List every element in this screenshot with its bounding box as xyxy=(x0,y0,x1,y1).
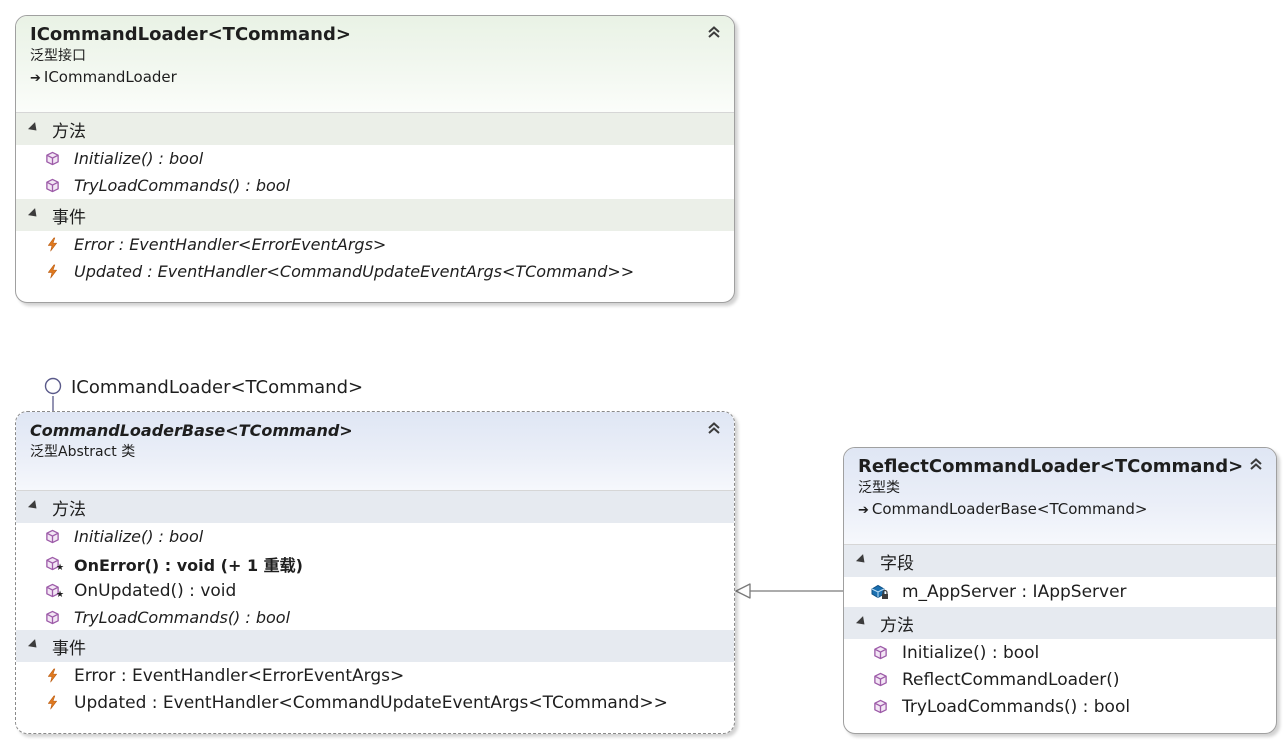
inherits-arrow-icon: ➔ xyxy=(30,71,41,86)
method-label: TryLoadCommands() : bool xyxy=(74,176,291,195)
section-events-header[interactable]: 事件 xyxy=(16,630,734,662)
section-events-title: 事件 xyxy=(52,638,86,659)
section-expanded-triangle-icon[interactable] xyxy=(27,121,41,134)
method-label: ReflectCommandLoader() xyxy=(902,669,1120,690)
event-item[interactable]: Updated : EventHandler<CommandUpdateEven… xyxy=(16,258,734,285)
interface-class-box[interactable]: ICommandLoader<TCommand> 泛型接口 ➔ ICommandL… xyxy=(15,15,735,303)
concrete-class-box[interactable]: ReflectCommandLoader<TCommand> 泛型类 ➔ Comm… xyxy=(843,447,1277,734)
section-expanded-triangle-icon[interactable] xyxy=(27,638,41,651)
method-item[interactable]: TryLoadCommands() : bool xyxy=(16,604,734,630)
method-label: TryLoadCommands() : bool xyxy=(74,607,291,627)
method-cube-icon xyxy=(873,672,888,687)
event-item[interactable]: Updated : EventHandler<CommandUpdateEven… xyxy=(16,689,734,716)
section-events-title: 事件 xyxy=(52,207,86,228)
method-cube-icon xyxy=(873,699,888,714)
event-label: Updated : EventHandler<CommandUpdateEven… xyxy=(74,692,668,713)
section-methods-header[interactable]: 方法 xyxy=(844,607,1276,639)
abstract-header: CommandLoaderBase<TCommand> 泛型Abstract 类 xyxy=(16,412,734,491)
abstract-stereotype: 泛型Abstract 类 xyxy=(30,444,136,460)
interface-title: ICommandLoader<TCommand> xyxy=(30,24,351,45)
method-cube-icon xyxy=(45,178,60,193)
section-expanded-triangle-icon[interactable] xyxy=(855,553,869,566)
event-item[interactable]: Error : EventHandler<ErrorEventArgs> xyxy=(16,662,734,689)
interface-inherits-label: ICommandLoader xyxy=(43,68,177,86)
double-chevron-up-icon[interactable] xyxy=(706,420,722,436)
abstract-title: CommandLoaderBase<TCommand> xyxy=(30,421,353,440)
event-label: Error : EventHandler<ErrorEventArgs> xyxy=(74,665,405,686)
section-methods-title: 方法 xyxy=(880,615,914,636)
method-item[interactable]: Initialize() : bool xyxy=(16,523,734,550)
method-item[interactable]: ★ OnError() : void (+ 1 重载) xyxy=(16,550,734,577)
method-item[interactable]: ReflectCommandLoader() xyxy=(844,666,1276,693)
event-lightning-icon xyxy=(45,695,60,710)
event-label: Error : EventHandler<ErrorEventArgs> xyxy=(74,235,387,254)
protected-star-icon: ★ xyxy=(56,563,65,573)
concrete-inherits-label: CommandLoaderBase<TCommand> xyxy=(871,500,1148,518)
method-item[interactable]: Initialize() : bool xyxy=(16,145,734,172)
concrete-header: ReflectCommandLoader<TCommand> 泛型类 ➔ Comm… xyxy=(844,448,1276,545)
section-methods-title: 方法 xyxy=(52,121,86,142)
section-expanded-triangle-icon[interactable] xyxy=(27,207,41,220)
method-item[interactable]: TryLoadCommands() : bool xyxy=(844,693,1276,720)
method-label: TryLoadCommands() : bool xyxy=(902,696,1131,717)
concrete-inherits: ➔ CommandLoaderBase<TCommand> xyxy=(858,498,1262,522)
interface-inherits: ➔ ICommandLoader xyxy=(30,66,720,90)
method-cube-icon xyxy=(45,529,60,544)
section-methods-title: 方法 xyxy=(52,499,86,520)
method-label: Initialize() : bool xyxy=(902,642,1040,663)
interface-lollipop-icon xyxy=(44,377,62,395)
method-item[interactable]: ★ OnUpdated() : void xyxy=(16,577,734,604)
method-cube-icon xyxy=(45,610,60,625)
section-expanded-triangle-icon[interactable] xyxy=(27,499,41,512)
method-label: OnError() : void (+ 1 重载) xyxy=(74,555,303,575)
method-label: OnUpdated() : void xyxy=(74,580,237,601)
section-methods-header[interactable]: 方法 xyxy=(16,113,734,145)
section-events-header[interactable]: 事件 xyxy=(16,199,734,231)
interface-stereotype: 泛型接口 xyxy=(30,48,86,64)
method-cube-icon xyxy=(45,151,60,166)
method-item[interactable]: TryLoadCommands() : bool xyxy=(16,172,734,199)
event-lightning-icon xyxy=(45,237,60,252)
concrete-title: ReflectCommandLoader<TCommand> xyxy=(858,456,1244,477)
private-field-icon xyxy=(871,584,888,599)
protected-star-icon: ★ xyxy=(56,590,65,600)
method-cube-icon xyxy=(873,645,888,660)
implements-label: ICommandLoader<TCommand> xyxy=(71,377,364,398)
double-chevron-up-icon[interactable] xyxy=(706,24,722,40)
event-lightning-icon xyxy=(45,264,60,279)
method-item[interactable]: Initialize() : bool xyxy=(844,639,1276,666)
abstract-class-box[interactable]: CommandLoaderBase<TCommand> 泛型Abstract 类… xyxy=(15,411,735,734)
section-fields-title: 字段 xyxy=(880,553,914,574)
method-label: Initialize() : bool xyxy=(74,149,204,168)
event-label: Updated : EventHandler<CommandUpdateEven… xyxy=(74,262,635,281)
concrete-stereotype: 泛型类 xyxy=(858,480,900,496)
inherits-arrow-icon: ➔ xyxy=(858,503,869,518)
event-item[interactable]: Error : EventHandler<ErrorEventArgs> xyxy=(16,231,734,258)
interface-header: ICommandLoader<TCommand> 泛型接口 ➔ ICommandL… xyxy=(16,16,734,113)
event-lightning-icon xyxy=(45,668,60,683)
field-item[interactable]: m_AppServer : IAppServer xyxy=(844,577,1276,607)
inheritance-arrowhead-icon xyxy=(735,583,751,599)
double-chevron-up-icon[interactable] xyxy=(1248,456,1264,472)
section-fields-header[interactable]: 字段 xyxy=(844,545,1276,577)
section-expanded-triangle-icon[interactable] xyxy=(855,615,869,628)
section-methods-header[interactable]: 方法 xyxy=(16,491,734,523)
field-label: m_AppServer : IAppServer xyxy=(902,582,1127,602)
method-label: Initialize() : bool xyxy=(74,527,204,546)
